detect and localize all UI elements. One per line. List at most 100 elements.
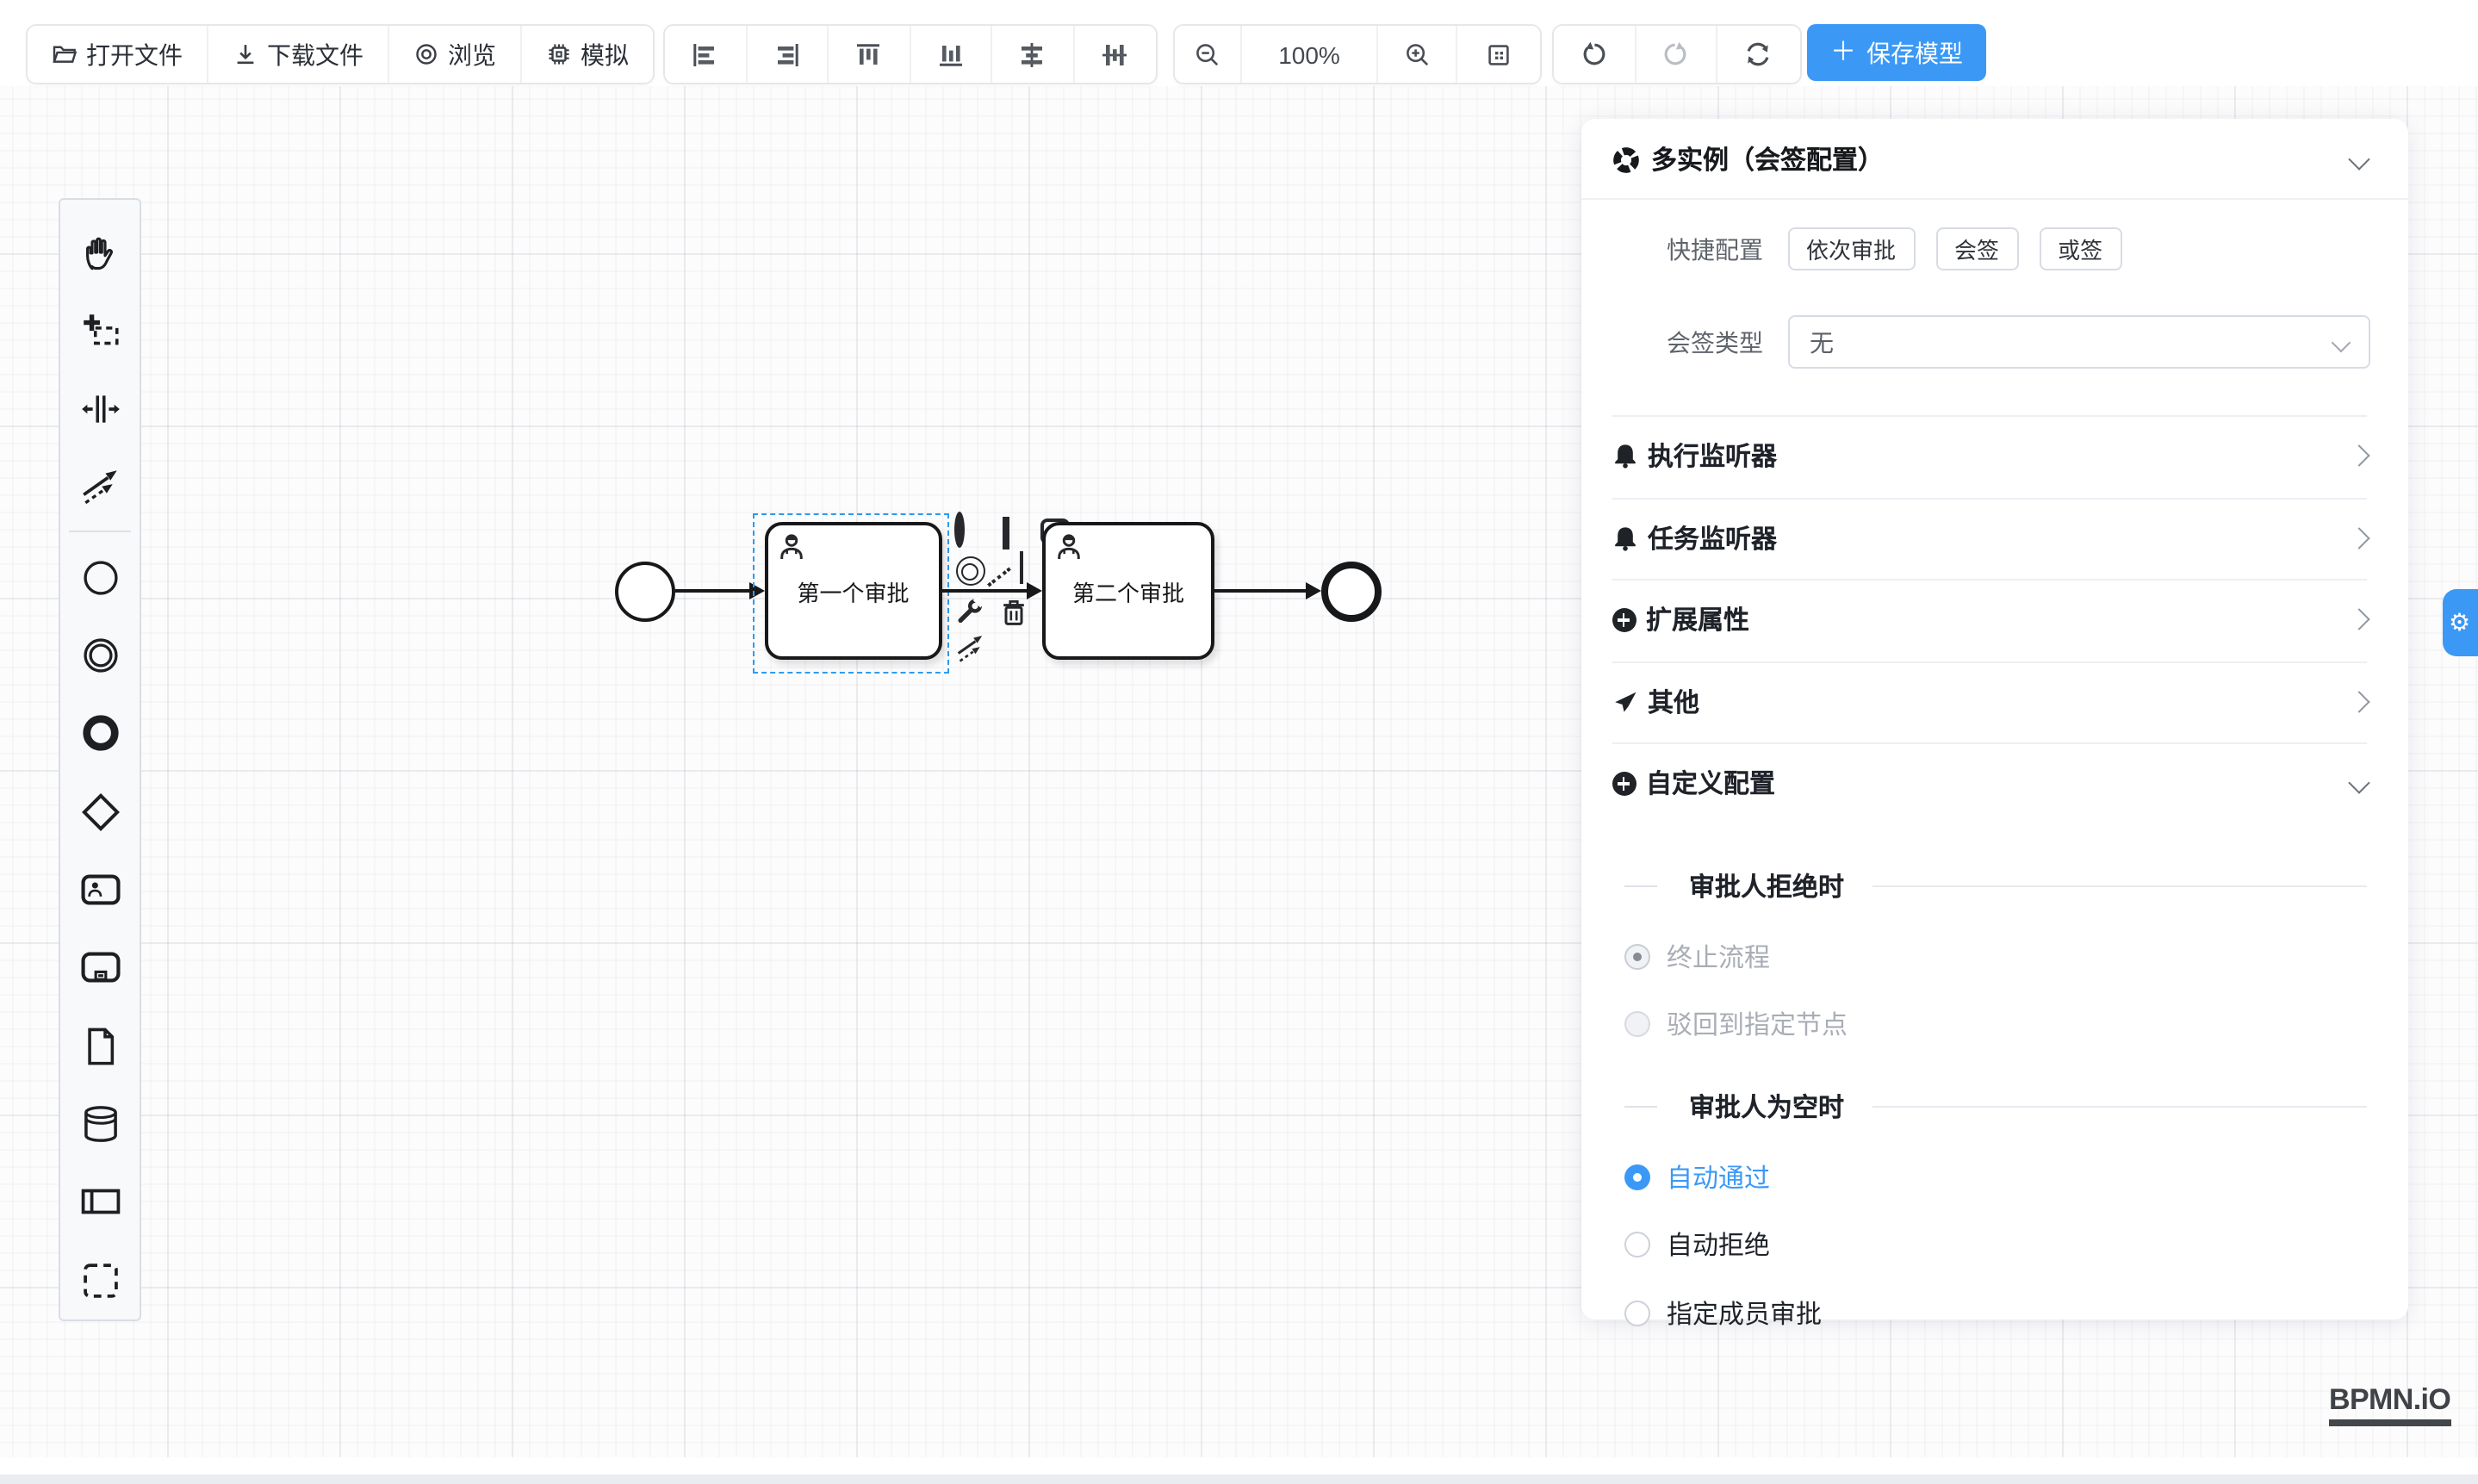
- download-file-label: 下载文件: [267, 37, 363, 71]
- align-center-horizontal-button[interactable]: [992, 26, 1074, 83]
- align-right-button[interactable]: [747, 26, 829, 83]
- bottom-strip: [0, 1475, 2478, 1484]
- participant-icon: [78, 1181, 121, 1224]
- section-execution-listener[interactable]: 执行监听器: [1581, 415, 2407, 497]
- wrench-icon: [956, 598, 984, 625]
- sequence-flow-2[interactable]: [941, 589, 1028, 593]
- section-label: 自定义配置: [1646, 766, 1775, 802]
- create-gateway-button[interactable]: [65, 773, 134, 851]
- sequence-flow-3[interactable]: [1214, 589, 1307, 593]
- element-palette: [59, 198, 141, 1321]
- create-group-button[interactable]: [65, 1241, 134, 1319]
- plus-circle-icon: [1612, 772, 1636, 796]
- multi-instance-icon: [1612, 146, 1639, 173]
- global-connect-tool-button[interactable]: [65, 448, 134, 526]
- quick-option-orsign-button[interactable]: 或签: [2039, 227, 2121, 270]
- chevron-right-icon: [2347, 527, 2369, 549]
- section-extension-properties[interactable]: 扩展属性: [1581, 579, 2407, 661]
- start-event-icon: [78, 556, 121, 599]
- zoom-out-icon: [1194, 40, 1221, 68]
- settings-tab-button[interactable]: ⚙: [2442, 588, 2478, 655]
- fit-viewport-button[interactable]: [1457, 26, 1540, 83]
- section-label: 执行监听器: [1648, 438, 1777, 475]
- space-tool-icon: [78, 388, 121, 431]
- section-label: 任务监听器: [1648, 520, 1777, 556]
- chevron-right-icon: [2347, 445, 2369, 467]
- panel-header[interactable]: 多实例（会签配置）: [1581, 119, 2407, 200]
- refresh-button[interactable]: [1717, 26, 1799, 83]
- delete-element-button[interactable]: [1001, 598, 1027, 627]
- space-tool-button[interactable]: [65, 369, 134, 448]
- task-1-label: 第一个审批: [797, 574, 909, 607]
- intermediate-event-icon: [78, 634, 121, 677]
- create-participant-button[interactable]: [65, 1164, 134, 1242]
- lasso-tool-button[interactable]: [65, 292, 134, 370]
- radio-assign-member[interactable]: 指定成员审批: [1581, 1296, 2407, 1331]
- connect-arrows-icon: [956, 634, 987, 665]
- chip-icon: [546, 41, 572, 67]
- align-left-button[interactable]: [665, 26, 747, 83]
- zoom-in-button[interactable]: [1378, 26, 1457, 83]
- section-custom-config[interactable]: 自定义配置: [1581, 742, 2407, 824]
- download-icon: [233, 41, 258, 67]
- create-data-store-button[interactable]: [65, 1085, 134, 1164]
- create-end-event-button[interactable]: [65, 694, 134, 773]
- radio-selected-icon: [1624, 1164, 1649, 1190]
- start-event-shape[interactable]: [614, 561, 674, 621]
- preview-label: 浏览: [448, 37, 496, 71]
- gateway-icon: [1002, 517, 1009, 550]
- radio-label: 指定成员审批: [1667, 1295, 1822, 1332]
- change-element-button[interactable]: [956, 598, 984, 625]
- task-2-shape[interactable]: 第二个审批: [1042, 522, 1214, 660]
- quick-option-countersign-button[interactable]: 会签: [1935, 227, 2018, 270]
- task-1-shape[interactable]: 第一个审批: [765, 522, 941, 660]
- append-text-annotation-button[interactable]: [1020, 555, 1023, 581]
- create-start-event-button[interactable]: [65, 538, 134, 617]
- create-user-task-button[interactable]: [65, 851, 134, 929]
- refresh-icon: [1744, 40, 1773, 69]
- sign-type-select[interactable]: 无: [1787, 315, 2369, 369]
- align-top-icon: [855, 40, 883, 68]
- create-intermediate-event-button[interactable]: [65, 617, 134, 695]
- undo-button[interactable]: [1554, 26, 1636, 83]
- create-data-object-button[interactable]: [65, 1007, 134, 1085]
- simulate-button[interactable]: 模拟: [522, 26, 653, 83]
- sequence-flow-1[interactable]: [674, 589, 751, 593]
- subprocess-icon: [78, 947, 121, 990]
- zoom-out-button[interactable]: [1175, 26, 1242, 83]
- send-icon: [1612, 689, 1637, 715]
- append-end-event-button[interactable]: [954, 517, 965, 543]
- connect-tool-button[interactable]: [956, 634, 987, 665]
- radio-unselected-icon: [1624, 1301, 1649, 1326]
- fit-viewport-icon: [1485, 40, 1512, 68]
- bpmn-io-logo[interactable]: BPMN.iO: [2329, 1385, 2450, 1426]
- section-task-listener[interactable]: 任务监听器: [1581, 497, 2407, 579]
- download-file-button[interactable]: 下载文件: [208, 26, 389, 83]
- redo-button[interactable]: [1636, 26, 1717, 83]
- radio-return-to-node[interactable]: 驳回到指定节点: [1581, 1007, 2407, 1041]
- end-event-shape[interactable]: [1320, 561, 1381, 621]
- radio-auto-approve[interactable]: 自动通过: [1581, 1160, 2407, 1195]
- append-gateway-button[interactable]: [1002, 520, 1009, 546]
- gateway-icon: [78, 790, 121, 833]
- chevron-down-icon: [2347, 773, 2369, 794]
- quick-option-sequential-button[interactable]: 依次审批: [1787, 227, 1915, 270]
- radio-terminate-process[interactable]: 终止流程: [1581, 940, 2407, 974]
- text-annotation-icon: [1020, 551, 1023, 584]
- align-center-horizontal-icon: [1019, 40, 1046, 68]
- radio-auto-reject[interactable]: 自动拒绝: [1581, 1227, 2407, 1262]
- section-other[interactable]: 其他: [1581, 661, 2407, 742]
- open-file-button[interactable]: 打开文件: [28, 26, 208, 83]
- palette-divider: [69, 531, 131, 533]
- save-model-button[interactable]: ＋ 保存模型: [1807, 24, 1986, 81]
- zoom-toolbar-group: 100%: [1173, 24, 1542, 84]
- align-center-vertical-button[interactable]: [1074, 26, 1156, 83]
- empty-title: 审批人为空时: [1689, 1089, 1844, 1125]
- align-top-button[interactable]: [829, 26, 910, 83]
- hand-tool-button[interactable]: [65, 214, 134, 292]
- bell-icon: [1612, 444, 1637, 469]
- create-subprocess-button[interactable]: [65, 928, 134, 1007]
- append-intermediate-event-button[interactable]: [955, 556, 984, 586]
- preview-button[interactable]: 浏览: [389, 26, 522, 83]
- align-bottom-button[interactable]: [910, 26, 992, 83]
